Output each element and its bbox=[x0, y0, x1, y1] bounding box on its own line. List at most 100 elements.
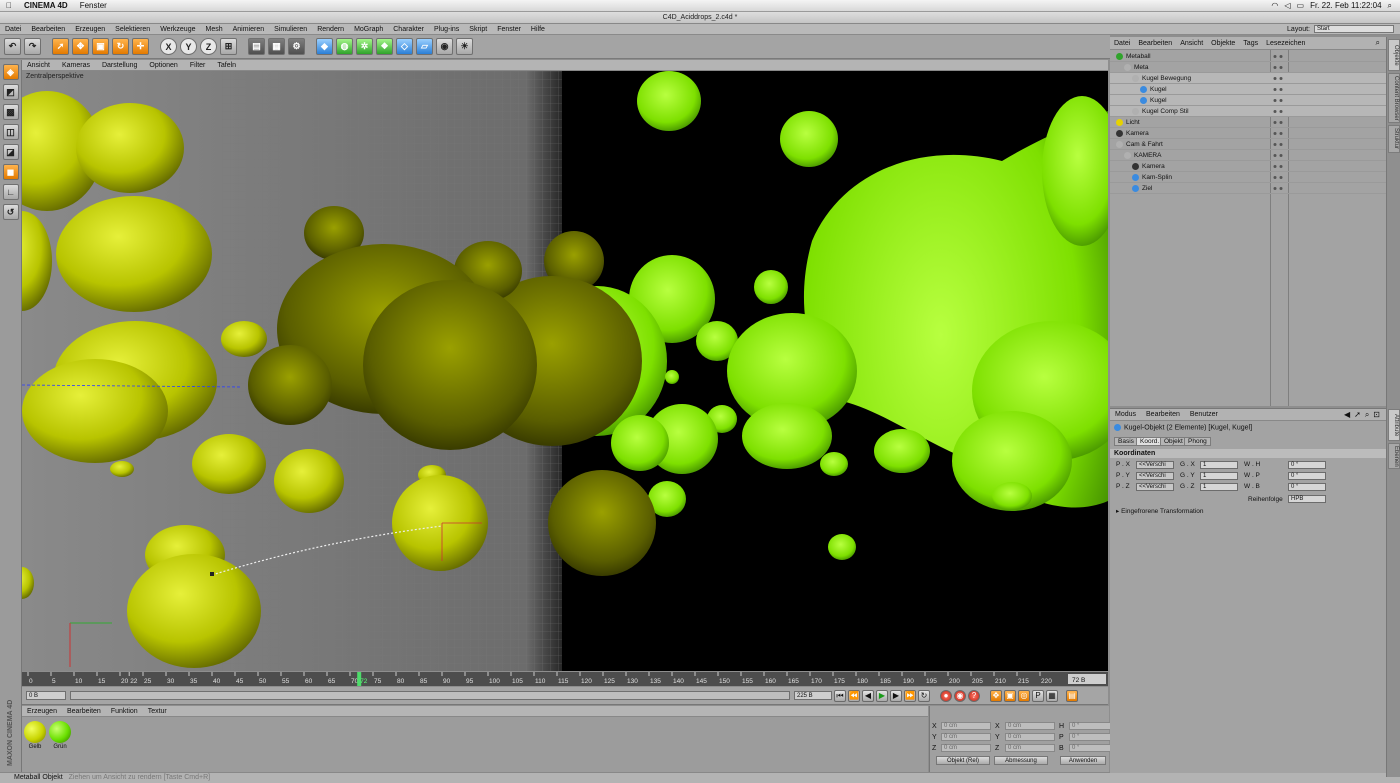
deformer-icon[interactable]: ❖ bbox=[376, 38, 393, 55]
visibility-dots-icon[interactable] bbox=[1272, 108, 1286, 115]
pos-field[interactable]: <<Verschi bbox=[1136, 461, 1174, 469]
polygons-mode-icon[interactable]: ◼ bbox=[2, 164, 19, 180]
rot-field[interactable]: 0 ° bbox=[1288, 483, 1326, 491]
menu-datei[interactable]: Datei bbox=[0, 26, 26, 33]
redo-icon[interactable]: ↷ bbox=[24, 38, 41, 55]
next-frame-icon[interactable]: ▶ bbox=[890, 689, 902, 702]
timeline-window-icon[interactable]: ▤ bbox=[1066, 689, 1078, 702]
obj-menu-bearbeiten[interactable]: Bearbeiten bbox=[1134, 40, 1176, 47]
order-select[interactable]: HPB bbox=[1288, 495, 1326, 503]
undo-icon[interactable]: ↶ bbox=[4, 38, 21, 55]
attr-search-icon[interactable]: ⌕ bbox=[1365, 410, 1373, 420]
menu-mograph[interactable]: MoGraph bbox=[349, 26, 388, 33]
size-x-field[interactable]: 0 cm bbox=[1005, 722, 1055, 730]
record-keys-icon[interactable]: ● bbox=[940, 689, 952, 702]
current-frame-field[interactable]: 72 B bbox=[1072, 677, 1085, 684]
menu-bearbeiten[interactable]: Bearbeiten bbox=[26, 26, 70, 33]
y-axis-lock-button[interactable]: Y bbox=[180, 38, 197, 55]
mat-menu-funktion[interactable]: Funktion bbox=[106, 708, 143, 715]
rot-h-field[interactable]: 0 ° bbox=[1069, 722, 1115, 730]
spotlight-icon[interactable]: ⌕ bbox=[1388, 1, 1392, 11]
menu-selektieren[interactable]: Selektieren bbox=[110, 26, 155, 33]
attr-tab-basis[interactable]: Basis bbox=[1114, 437, 1138, 446]
render-settings-icon[interactable]: ⚙ bbox=[288, 38, 305, 55]
layout-select[interactable]: Start bbox=[1314, 25, 1394, 33]
points-mode-icon[interactable]: ◫ bbox=[2, 124, 19, 140]
playhead[interactable] bbox=[357, 672, 362, 686]
visibility-dots-icon[interactable] bbox=[1272, 75, 1286, 82]
material-gelb[interactable]: Gelb bbox=[24, 721, 46, 750]
battery-icon[interactable]: ▭ bbox=[1297, 1, 1305, 10]
prev-frame-icon[interactable]: ◀ bbox=[862, 689, 874, 702]
param-key-icon[interactable]: P bbox=[1032, 689, 1044, 702]
visibility-dots-icon[interactable] bbox=[1272, 86, 1286, 93]
object-row[interactable]: Kugel bbox=[1110, 95, 1386, 106]
end-frame-field[interactable]: 225 B bbox=[794, 691, 832, 700]
object-mode-icon[interactable]: ◩ bbox=[2, 84, 19, 100]
spline-icon[interactable]: ◇ bbox=[396, 38, 413, 55]
object-row[interactable]: Metaball bbox=[1110, 51, 1386, 62]
object-row[interactable]: Kamera bbox=[1110, 128, 1386, 139]
scale-field[interactable]: 1 bbox=[1200, 461, 1238, 469]
coord-measure-select[interactable]: Abmessung bbox=[994, 756, 1048, 765]
visibility-dots-icon[interactable] bbox=[1272, 185, 1286, 192]
next-key-icon[interactable]: ⏩ bbox=[904, 689, 916, 702]
scale-key-icon[interactable]: ▣ bbox=[1004, 689, 1016, 702]
lock-icon[interactable]: ⊡ bbox=[1373, 410, 1386, 419]
visibility-dots-icon[interactable] bbox=[1272, 130, 1286, 137]
scale-tool-icon[interactable]: ▣ bbox=[92, 38, 109, 55]
rot-field[interactable]: 0 ° bbox=[1288, 472, 1326, 480]
viewport-menu-darstellung[interactable]: Darstellung bbox=[97, 62, 142, 69]
app-name-menu[interactable]: CINEMA 4D bbox=[18, 1, 74, 10]
rot-b-field[interactable]: 0 ° bbox=[1069, 744, 1115, 752]
pos-field[interactable]: <<Verschi bbox=[1136, 483, 1174, 491]
camera-icon[interactable]: ◉ bbox=[436, 38, 453, 55]
tweak-mode-icon[interactable]: ↺ bbox=[2, 204, 19, 220]
menu-animieren[interactable]: Animieren bbox=[228, 26, 270, 33]
material-gruen[interactable]: Grün bbox=[49, 721, 71, 750]
start-frame-field[interactable]: 0 B bbox=[26, 691, 66, 700]
3d-viewport[interactable]: Zentralperspektive bbox=[22, 71, 1108, 671]
coord-mode-select[interactable]: Objekt (Rel) bbox=[936, 756, 990, 765]
play-icon[interactable]: ▶ bbox=[876, 689, 888, 702]
obj-menu-lesezeichen[interactable]: Lesezeichen bbox=[1262, 40, 1309, 47]
clock[interactable]: Fr. 22. Feb 11:22:04 bbox=[1310, 1, 1381, 10]
move-tool-icon[interactable]: ✥ bbox=[72, 38, 89, 55]
visibility-dots-icon[interactable] bbox=[1272, 141, 1286, 148]
array-icon[interactable]: ✲ bbox=[356, 38, 373, 55]
menu-fenster[interactable]: Fenster bbox=[492, 26, 526, 33]
object-row[interactable]: KAMERA bbox=[1110, 150, 1386, 161]
object-row[interactable]: Kamera bbox=[1110, 161, 1386, 172]
pos-field[interactable]: <<Verschi bbox=[1136, 472, 1174, 480]
obj-menu-objekte[interactable]: Objekte bbox=[1207, 40, 1239, 47]
last-tool-icon[interactable]: ✛ bbox=[132, 38, 149, 55]
timeline-ruler[interactable]: 0 5 10 15 20 25 30 35 40 45 50 55 60 65 70 72 75 80 85 90 95… bbox=[22, 672, 1108, 686]
z-axis-lock-button[interactable]: Z bbox=[200, 38, 217, 55]
viewport-menu-optionen[interactable]: Optionen bbox=[144, 62, 182, 69]
object-row[interactable]: Licht bbox=[1110, 117, 1386, 128]
mat-menu-erzeugen[interactable]: Erzeugen bbox=[22, 708, 62, 715]
size-y-field[interactable]: 0 cm bbox=[1005, 733, 1055, 741]
object-row[interactable]: Kugel Comp Stil bbox=[1110, 106, 1386, 117]
pos-x-field[interactable]: 0 cm bbox=[941, 722, 991, 730]
viewport-menu-filter[interactable]: Filter bbox=[185, 62, 211, 69]
menu-hilfe[interactable]: Hilfe bbox=[526, 26, 550, 33]
visibility-dots-icon[interactable] bbox=[1272, 163, 1286, 170]
menu-simulieren[interactable]: Simulieren bbox=[269, 26, 312, 33]
window-menu[interactable]: Fenster bbox=[74, 1, 113, 10]
pos-z-field[interactable]: 0 cm bbox=[941, 744, 991, 752]
coordinate-system-icon[interactable]: ⊞ bbox=[220, 38, 237, 55]
visibility-dots-icon[interactable] bbox=[1272, 53, 1286, 60]
edges-mode-icon[interactable]: ◪ bbox=[2, 144, 19, 160]
menu-plugins[interactable]: Plug-ins bbox=[429, 26, 464, 33]
attr-menu-modus[interactable]: Modus bbox=[1110, 411, 1141, 418]
frame-range-slider[interactable] bbox=[70, 691, 790, 700]
search-icon[interactable]: ⌕ bbox=[1376, 38, 1386, 48]
rot-field[interactable]: 0 ° bbox=[1288, 461, 1326, 469]
rot-p-field[interactable]: 0 ° bbox=[1069, 733, 1115, 741]
menu-rendern[interactable]: Rendern bbox=[312, 26, 349, 33]
cube-object-icon[interactable]: ◆ bbox=[316, 38, 333, 55]
apply-button[interactable]: Anwenden bbox=[1060, 756, 1106, 765]
menu-skript[interactable]: Skript bbox=[464, 26, 492, 33]
loop-icon[interactable]: ↻ bbox=[918, 689, 930, 702]
